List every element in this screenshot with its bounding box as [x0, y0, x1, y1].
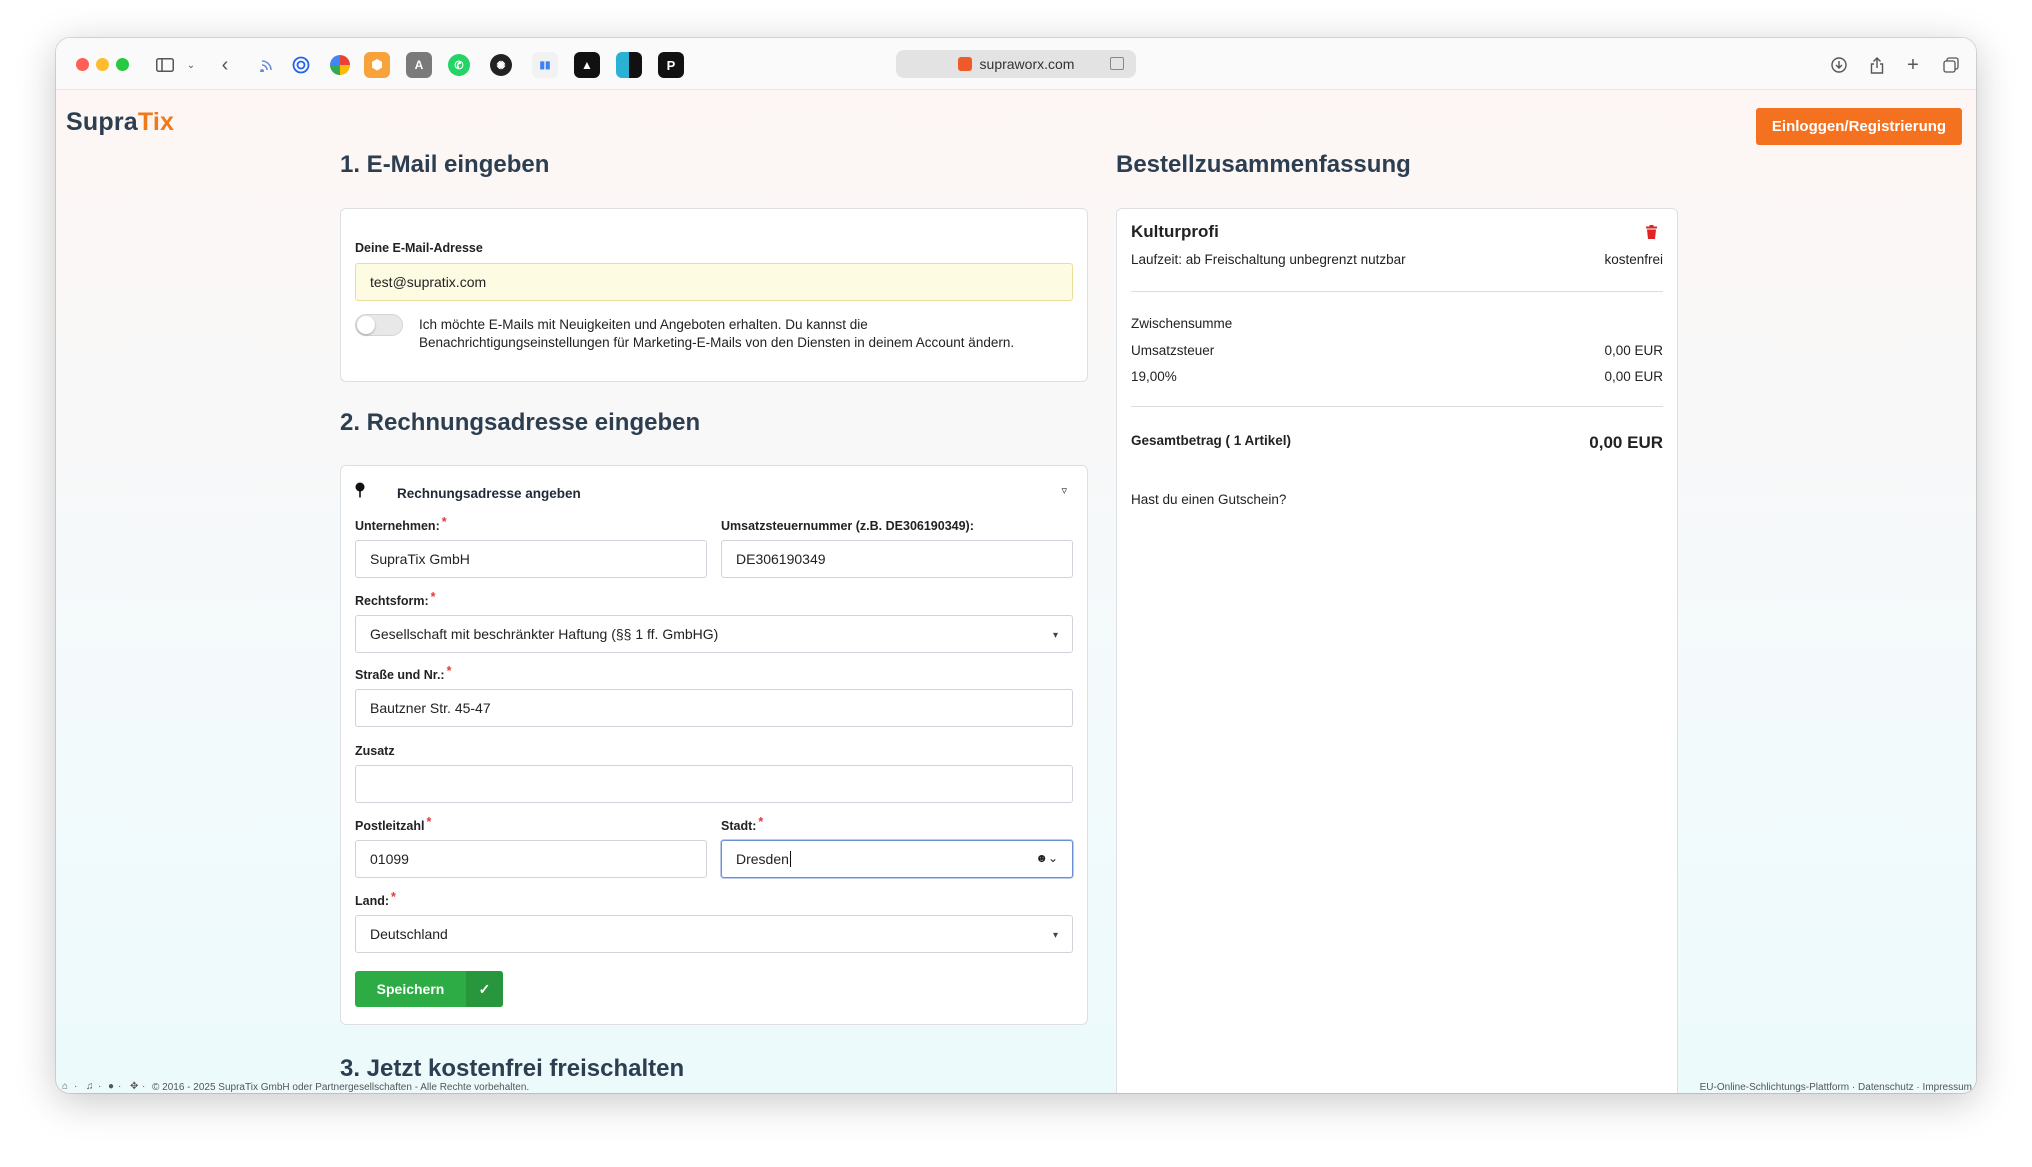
email-input[interactable]: test@supratix.com [355, 263, 1073, 301]
newsletter-text: Ich möchte E-Mails mit Neuigkeiten und A… [419, 317, 1015, 350]
site-favicon-icon [957, 57, 972, 71]
select-arrow-icon: ▾ [1052, 930, 1058, 941]
company-label: Unternehmen: * [355, 515, 447, 533]
supratix-logo[interactable]: SupraTix [66, 108, 174, 137]
toggle-knob [357, 316, 375, 334]
extension-a-icon[interactable]: A [406, 52, 432, 78]
footer-copyright: © 2016 - 2025 SupraTix GmbH oder Partner… [152, 1082, 530, 1093]
tax-label: Umsatzsteuer [1131, 343, 1215, 358]
tax-rate-label: 19,00% [1131, 369, 1177, 384]
street-input[interactable]: Bautzner Str. 45-47 [355, 689, 1073, 727]
minimize-window-button[interactable] [96, 58, 109, 71]
footer-bell-icon[interactable]: ♫ [86, 1081, 94, 1092]
runtime-price: kostenfrei [1604, 252, 1663, 267]
step1-heading: 1. E-Mail eingeben [340, 151, 550, 178]
footer-separator: · [118, 1081, 122, 1092]
map-pin-icon [355, 482, 365, 503]
city-value: Dresden [736, 851, 789, 867]
total-value: 0,00 EUR [1589, 433, 1663, 452]
vat-label: Umsatzsteuernummer (z.B. DE306190349): [721, 519, 974, 533]
browser-toolbar: ⌄ ‹ ⬢ A ✆ ✺ ▮▮ ▲ P supraworx.com + [56, 38, 1976, 90]
voucher-link[interactable]: Hast du einen Gutschein? [1131, 492, 1286, 507]
footer-separator: · [142, 1081, 146, 1092]
legal-form-label: Rechtsform: * [355, 590, 436, 608]
maximize-window-button[interactable] [116, 58, 129, 71]
legal-form-select[interactable]: Gesellschaft mit beschränkter Haftung (§… [355, 615, 1073, 653]
order-summary-card: Kulturprofi Laufzeit: ab Freischaltung u… [1116, 208, 1678, 1093]
company-input[interactable]: SupraTix GmbH [355, 540, 707, 578]
country-value: Deutschland [370, 926, 448, 942]
checkmark-icon: ✓ [466, 971, 503, 1007]
zip-input[interactable]: 01099 [355, 840, 707, 878]
footer-link-privacy[interactable]: Datenschutz [1858, 1082, 1914, 1093]
zip-label: Postleitzahl * [355, 815, 432, 833]
footer-move-icon[interactable]: ✥ [130, 1081, 138, 1092]
city-input[interactable]: Dresden ☻⌄ [721, 840, 1073, 878]
footer-separator: · [98, 1081, 102, 1092]
select-arrow-icon: ▾ [1052, 630, 1058, 641]
email-card: Deine E-Mail-Adresse test@supratix.com I… [340, 208, 1088, 382]
tax-rate-value: 0,00 EUR [1604, 369, 1663, 384]
country-label: Land: * [355, 890, 396, 908]
billing-section-label: Rechnungsadresse angeben [397, 486, 581, 501]
save-button[interactable]: Speichern ✓ [355, 971, 503, 1007]
page-footer: ⌂ · ♫ · ● · ✥ · © 2016 - 2025 SupraTix G… [56, 1081, 1976, 1093]
extension-split-icon[interactable] [616, 52, 642, 78]
addition-label: Zusatz [355, 744, 395, 758]
vat-input[interactable]: DE306190349 [721, 540, 1073, 578]
extension-bars-icon[interactable]: ▮▮ [532, 52, 558, 78]
download-icon[interactable] [1826, 52, 1852, 78]
tab-overview-icon[interactable] [1938, 52, 1964, 78]
reader-view-icon[interactable] [1110, 57, 1124, 70]
billing-section-header[interactable]: Rechnungsadresse angeben ▿ [355, 480, 1073, 514]
collapse-chevron-icon[interactable]: ▿ [1061, 484, 1067, 497]
street-label: Straße und Nr.: * [355, 664, 452, 682]
footer-link-odr[interactable]: EU-Online-Schlichtungs-Plattform [1700, 1082, 1850, 1093]
legal-form-value: Gesellschaft mit beschränkter Haftung (§… [370, 626, 719, 642]
trash-icon[interactable] [1646, 225, 1657, 244]
page-content: SupraTix Einloggen/Registrierung 1. E-Ma… [56, 90, 1976, 1093]
extension-openai-icon[interactable]: ✺ [490, 54, 512, 76]
extension-color-icon[interactable] [330, 55, 350, 75]
country-select[interactable]: Deutschland ▾ [355, 915, 1073, 953]
address-bar-url: supraworx.com [979, 56, 1075, 72]
subtotal-label: Zwischensumme [1131, 316, 1233, 331]
text-cursor [789, 851, 791, 867]
back-icon[interactable]: ‹ [212, 52, 238, 78]
chevron-down-icon[interactable]: ⌄ [178, 52, 204, 78]
step2-heading: 2. Rechnungsadresse eingeben [340, 409, 701, 436]
sidebar-toggle-icon[interactable] [152, 52, 178, 78]
product-name: Kulturprofi [1131, 222, 1219, 241]
summary-divider [1131, 291, 1663, 292]
extension-triangle-icon[interactable]: ▲ [574, 52, 600, 78]
addition-input[interactable] [355, 765, 1073, 803]
extension-radar-icon[interactable] [288, 52, 314, 78]
rss-icon[interactable] [254, 52, 280, 78]
close-window-button[interactable] [76, 58, 89, 71]
address-bar[interactable]: supraworx.com [896, 50, 1136, 78]
footer-links: EU-Online-Schlichtungs-Plattform · Daten… [1699, 1082, 1972, 1093]
browser-window: ⌄ ‹ ⬢ A ✆ ✺ ▮▮ ▲ P supraworx.com + Supra… [56, 38, 1976, 1093]
login-register-button[interactable]: Einloggen/Registrierung [1756, 108, 1962, 145]
autofill-contact-icon[interactable]: ☻⌄ [1035, 851, 1058, 865]
newsletter-toggle[interactable] [355, 314, 403, 336]
total-label: Gesamtbetrag ( 1 Artikel) [1131, 433, 1292, 448]
runtime-text: Laufzeit: ab Freischaltung unbegrenzt nu… [1131, 252, 1406, 267]
share-icon[interactable] [1864, 52, 1890, 78]
footer-home-icon[interactable]: ⌂ [62, 1081, 68, 1092]
footer-link-imprint[interactable]: Impressum [1923, 1082, 1972, 1093]
footer-separator: · [74, 1081, 78, 1092]
summary-heading: Bestellzusammenfassung [1116, 151, 1411, 178]
billing-address-card: Rechnungsadresse angeben ▿ Unternehmen: *… [340, 465, 1088, 1025]
tax-value: 0,00 EUR [1604, 343, 1663, 358]
city-label: Stadt: * [721, 815, 764, 833]
email-label: Deine E-Mail-Adresse [355, 241, 483, 255]
extension-whatsapp-icon[interactable]: ✆ [448, 54, 470, 76]
step3-heading: 3. Jetzt kostenfrei freischalten [340, 1055, 685, 1082]
summary-divider [1131, 406, 1663, 407]
extension-p-icon[interactable]: P [658, 52, 684, 78]
new-tab-icon[interactable]: + [1900, 52, 1926, 78]
extension-cube-icon[interactable]: ⬢ [364, 52, 390, 78]
footer-cookie-icon[interactable]: ● [108, 1081, 114, 1092]
